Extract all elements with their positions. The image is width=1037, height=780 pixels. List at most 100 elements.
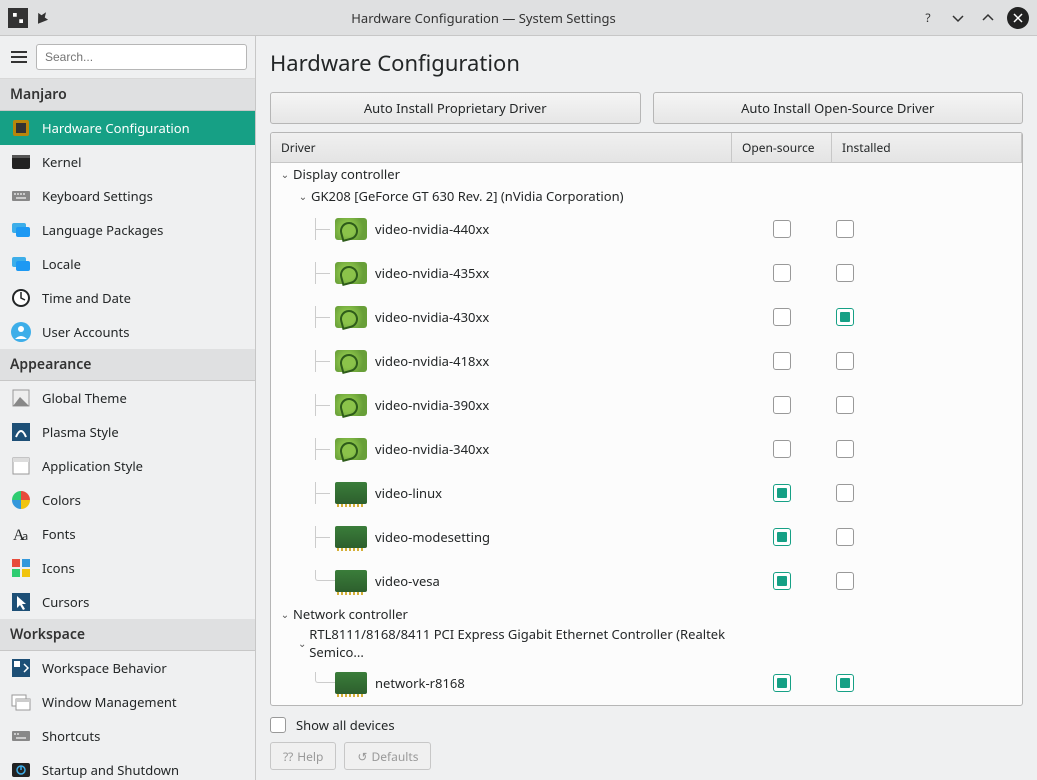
category-label: Network controller bbox=[293, 605, 408, 623]
sidebar-item-language-packages[interactable]: Language Packages bbox=[0, 213, 255, 247]
nvidia-icon bbox=[335, 394, 367, 416]
maximize-button[interactable] bbox=[977, 7, 999, 29]
help-footer-button[interactable]: ⁇ Help bbox=[270, 742, 336, 770]
sidebar-item-window-management[interactable]: Window Management bbox=[0, 685, 255, 719]
sidebar-item-fonts[interactable]: AaFonts bbox=[0, 517, 255, 551]
sidebar-item-label: Language Packages bbox=[42, 221, 163, 239]
sidebar-item-user-accounts[interactable]: User Accounts bbox=[0, 315, 255, 349]
driver-tree: Driver Open-source Installed ⌄Display co… bbox=[270, 132, 1023, 706]
sidebar-item-shortcuts[interactable]: Shortcuts bbox=[0, 719, 255, 753]
auto-install-opensource-button[interactable]: Auto Install Open-Source Driver bbox=[653, 92, 1024, 124]
sidebar-item-icons[interactable]: Icons bbox=[0, 551, 255, 585]
help-button[interactable]: ? bbox=[917, 7, 939, 29]
auto-install-proprietary-button[interactable]: Auto Install Proprietary Driver bbox=[270, 92, 641, 124]
driver-row[interactable]: video-nvidia-435xx bbox=[271, 251, 1022, 295]
checkbox[interactable] bbox=[836, 528, 854, 546]
section-header: Workspace bbox=[0, 619, 255, 651]
driver-row[interactable]: video-nvidia-340xx bbox=[271, 427, 1022, 471]
sidebar-item-label: Colors bbox=[42, 491, 81, 509]
column-installed[interactable]: Installed bbox=[832, 133, 1022, 162]
board-icon bbox=[335, 526, 367, 548]
sidebar-item-workspace-behavior[interactable]: Workspace Behavior bbox=[0, 651, 255, 685]
menu-button[interactable] bbox=[8, 46, 30, 68]
checkbox[interactable] bbox=[836, 572, 854, 590]
sidebar-item-startup-and-shutdown[interactable]: Startup and Shutdown bbox=[0, 753, 255, 780]
driver-row[interactable]: video-nvidia-390xx bbox=[271, 383, 1022, 427]
section-header: Manjaro bbox=[0, 79, 255, 111]
sidebar-item-cursors[interactable]: Cursors bbox=[0, 585, 255, 619]
checkbox[interactable] bbox=[836, 264, 854, 282]
checkbox[interactable] bbox=[773, 674, 791, 692]
sidebar-item-label: Application Style bbox=[42, 457, 143, 475]
sidebar-item-label: Locale bbox=[42, 255, 81, 273]
sidebar-item-global-theme[interactable]: Global Theme bbox=[0, 381, 255, 415]
nvidia-icon bbox=[335, 218, 367, 240]
minimize-button[interactable] bbox=[947, 7, 969, 29]
checkbox[interactable] bbox=[836, 674, 854, 692]
driver-row[interactable]: video-nvidia-440xx bbox=[271, 207, 1022, 251]
checkbox[interactable] bbox=[836, 220, 854, 238]
checkbox[interactable] bbox=[773, 308, 791, 326]
fonts-icon: Aa bbox=[10, 523, 32, 545]
driver-row[interactable]: video-nvidia-418xx bbox=[271, 339, 1022, 383]
checkbox[interactable] bbox=[836, 396, 854, 414]
driver-row[interactable]: video-linux bbox=[271, 471, 1022, 515]
chevron-down-icon[interactable]: ⌄ bbox=[295, 636, 309, 650]
column-driver[interactable]: Driver bbox=[271, 133, 732, 162]
chevron-down-icon[interactable]: ⌄ bbox=[277, 167, 293, 181]
checkbox[interactable] bbox=[773, 572, 791, 590]
sidebar-item-application-style[interactable]: Application Style bbox=[0, 449, 255, 483]
icons-icon bbox=[10, 557, 32, 579]
pin-icon[interactable] bbox=[34, 10, 50, 26]
driver-row[interactable]: video-nvidia-430xx bbox=[271, 295, 1022, 339]
sidebar-item-label: Keyboard Settings bbox=[42, 187, 153, 205]
show-all-devices-checkbox[interactable] bbox=[270, 717, 286, 733]
close-button[interactable] bbox=[1007, 7, 1029, 29]
checkbox[interactable] bbox=[773, 264, 791, 282]
driver-name: video-linux bbox=[375, 484, 442, 502]
search-input[interactable] bbox=[36, 44, 247, 70]
checkbox[interactable] bbox=[773, 484, 791, 502]
nvidia-icon bbox=[335, 350, 367, 372]
driver-name: network-r8168 bbox=[375, 674, 465, 692]
show-all-devices-label: Show all devices bbox=[296, 716, 395, 734]
checkbox[interactable] bbox=[773, 396, 791, 414]
driver-name: video-nvidia-440xx bbox=[375, 220, 489, 238]
windowmgmt-icon bbox=[10, 691, 32, 713]
checkbox[interactable] bbox=[836, 484, 854, 502]
checkbox[interactable] bbox=[836, 352, 854, 370]
defaults-button[interactable]: ↺ Defaults bbox=[344, 742, 431, 770]
sidebar-item-label: Window Management bbox=[42, 693, 177, 711]
checkbox[interactable] bbox=[773, 440, 791, 458]
sidebar-item-plasma-style[interactable]: Plasma Style bbox=[0, 415, 255, 449]
checkbox[interactable] bbox=[773, 220, 791, 238]
plasma-icon bbox=[10, 421, 32, 443]
colors-icon bbox=[10, 489, 32, 511]
sidebar-item-locale[interactable]: Locale bbox=[0, 247, 255, 281]
column-opensource[interactable]: Open-source bbox=[732, 133, 832, 162]
device-label: RTL8111/8168/8411 PCI Express Gigabit Et… bbox=[309, 625, 732, 661]
driver-row[interactable]: network-r8168 bbox=[271, 661, 1022, 705]
main-panel: Hardware Configuration Auto Install Prop… bbox=[256, 36, 1037, 780]
help-icon: ⁇ bbox=[283, 748, 293, 765]
sidebar-item-hardware-configuration[interactable]: Hardware Configuration bbox=[0, 111, 255, 145]
board-icon bbox=[335, 570, 367, 592]
sidebar-item-label: Hardware Configuration bbox=[42, 119, 190, 137]
sidebar-item-label: Startup and Shutdown bbox=[42, 761, 179, 779]
sidebar-item-colors[interactable]: Colors bbox=[0, 483, 255, 517]
theme-icon bbox=[10, 387, 32, 409]
driver-row[interactable]: video-modesetting bbox=[271, 515, 1022, 559]
chevron-down-icon[interactable]: ⌄ bbox=[295, 189, 311, 203]
sidebar-item-keyboard-settings[interactable]: Keyboard Settings bbox=[0, 179, 255, 213]
sidebar-item-kernel[interactable]: Kernel bbox=[0, 145, 255, 179]
driver-row[interactable]: video-vesa bbox=[271, 559, 1022, 603]
page-title: Hardware Configuration bbox=[270, 48, 1023, 78]
sidebar-item-time-and-date[interactable]: Time and Date bbox=[0, 281, 255, 315]
nvidia-icon bbox=[335, 438, 367, 460]
checkbox[interactable] bbox=[773, 352, 791, 370]
checkbox[interactable] bbox=[773, 528, 791, 546]
checkbox[interactable] bbox=[836, 308, 854, 326]
chevron-down-icon[interactable]: ⌄ bbox=[277, 607, 293, 621]
checkbox[interactable] bbox=[836, 440, 854, 458]
section-header: Appearance bbox=[0, 349, 255, 381]
